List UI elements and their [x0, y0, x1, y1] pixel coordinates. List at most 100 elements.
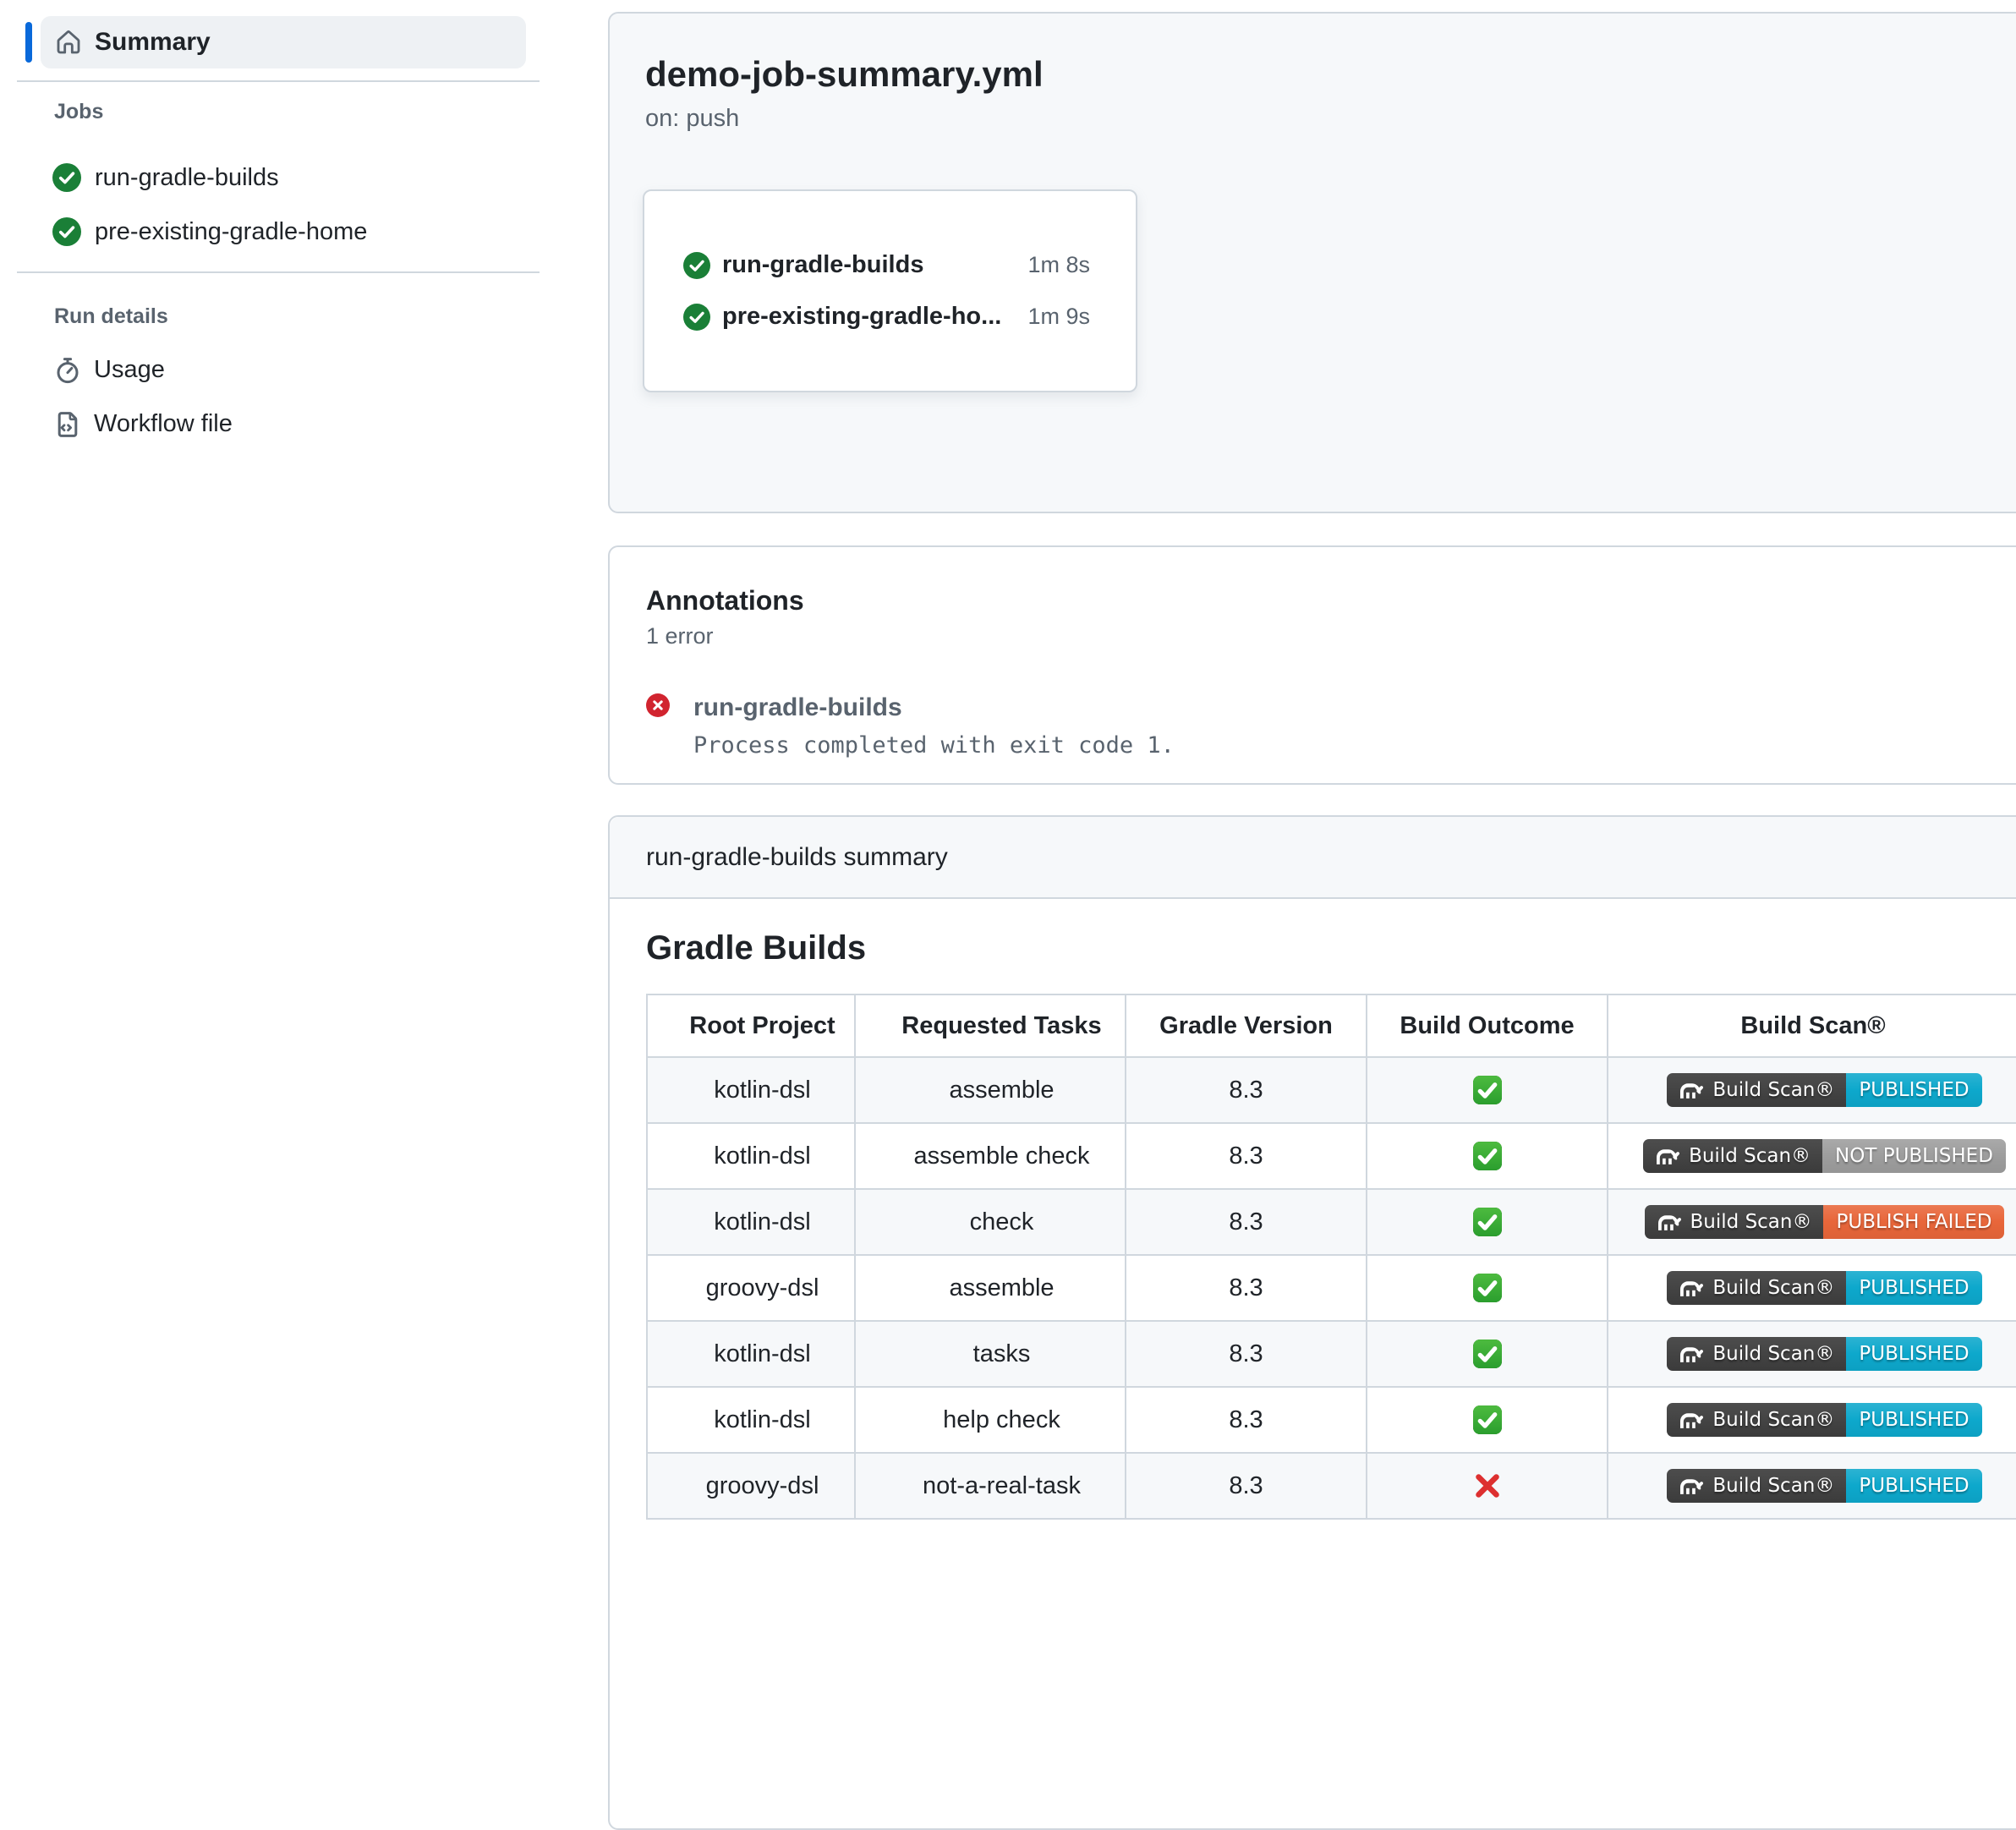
sidebar-divider [17, 271, 540, 273]
gradle-elephant-icon [1676, 1080, 1705, 1100]
check-circle-icon [52, 163, 81, 192]
graph-job-duration: 1m 8s [1027, 252, 1090, 278]
build-scan-status: PUBLISHED [1846, 1469, 1981, 1503]
annotation-message: Process completed with exit code 1. [693, 732, 1175, 759]
run-details-section-header: Run details [54, 304, 168, 329]
cell-build-outcome [1367, 1321, 1608, 1387]
gradle-elephant-icon [1676, 1476, 1705, 1496]
build-scan-badge[interactable]: Build Scan® PUBLISHED [1667, 1271, 1981, 1305]
cell-build-outcome [1367, 1189, 1608, 1255]
build-scan-status: PUBLISH FAILED [1823, 1205, 2004, 1239]
build-outcome-icon [1367, 1207, 1607, 1237]
cell-gradle-version: 8.3 [1126, 1123, 1367, 1189]
cell-build-scan: Build Scan® PUBLISHED [1608, 1387, 2016, 1453]
cell-gradle-version: 8.3 [1126, 1321, 1367, 1387]
jobs-section-header: Jobs [54, 100, 103, 124]
table-row: kotlin-dsl tasks 8.3 Build Scan® PUBLISH… [647, 1321, 2016, 1387]
sidebar-item-workflow-file[interactable]: Workflow file [54, 410, 233, 438]
gradle-elephant-icon [1654, 1212, 1683, 1232]
cell-gradle-version: 8.3 [1126, 1255, 1367, 1321]
build-scan-badge-label: Build Scan® [1645, 1205, 1824, 1239]
gradle-builds-table: Root Project Requested Tasks Gradle Vers… [646, 994, 2016, 1520]
check-circle-icon [52, 217, 81, 246]
build-scan-status: PUBLISHED [1846, 1073, 1981, 1107]
cell-build-scan: Build Scan® PUBLISH FAILED [1608, 1189, 2016, 1255]
workflow-file-label: Workflow file [94, 410, 233, 438]
column-header-build-scan: Build Scan® [1608, 994, 2016, 1057]
build-scan-badge-label: Build Scan® [1667, 1469, 1846, 1503]
annotation-item: run-gradle-builds Process completed with… [646, 693, 2016, 759]
graph-job-label: pre-existing-gradle-ho... [722, 303, 1001, 331]
column-header-root-project: Root Project [647, 994, 855, 1057]
build-scan-badge[interactable]: Build Scan® PUBLISHED [1667, 1073, 1981, 1107]
build-scan-badge[interactable]: Build Scan® PUBLISHED [1667, 1403, 1981, 1437]
cell-build-outcome [1367, 1123, 1608, 1189]
cell-build-outcome [1367, 1255, 1608, 1321]
table-row: groovy-dsl not-a-real-task 8.3 Build Sca… [647, 1453, 2016, 1519]
gradle-builds-heading: Gradle Builds [646, 928, 2016, 968]
sidebar-item-pre-existing-gradle-home[interactable]: pre-existing-gradle-home [52, 217, 367, 246]
table-header-row: Root Project Requested Tasks Gradle Vers… [647, 994, 2016, 1057]
cell-gradle-version: 8.3 [1126, 1387, 1367, 1453]
annotations-card: Annotations 1 error run-gradle-builds Pr… [608, 545, 2016, 785]
green-check-emoji-icon [1472, 1273, 1503, 1303]
cell-gradle-version: 8.3 [1126, 1057, 1367, 1123]
workflow-overview-card: demo-job-summary.yml on: push run-gradle… [608, 12, 2016, 513]
sidebar-divider [17, 80, 540, 82]
build-scan-badge-label: Build Scan® [1667, 1337, 1846, 1371]
graph-job-run-gradle-builds[interactable]: run-gradle-builds 1m 8s [683, 251, 1090, 279]
build-scan-badge-label: Build Scan® [1667, 1403, 1846, 1437]
build-scan-badge[interactable]: Build Scan® PUBLISHED [1667, 1337, 1981, 1371]
build-scan-status: PUBLISHED [1846, 1271, 1981, 1305]
table-row: kotlin-dsl assemble 8.3 Build Scan® PUBL… [647, 1057, 2016, 1123]
cell-requested-tasks: tasks [855, 1321, 1126, 1387]
red-cross-emoji-icon [1471, 1470, 1504, 1502]
cell-root-project: kotlin-dsl [647, 1057, 855, 1123]
column-header-requested-tasks: Requested Tasks [855, 994, 1126, 1057]
cell-build-scan: Build Scan® PUBLISHED [1608, 1453, 2016, 1519]
sidebar-item-usage[interactable]: Usage [54, 356, 165, 384]
cell-requested-tasks: not-a-real-task [855, 1453, 1126, 1519]
build-scan-badge-label: Build Scan® [1667, 1271, 1846, 1305]
build-scan-status: NOT PUBLISHED [1822, 1139, 2006, 1173]
graph-job-pre-existing-gradle-home[interactable]: pre-existing-gradle-ho... 1m 9s [683, 303, 1090, 331]
cell-requested-tasks: assemble check [855, 1123, 1126, 1189]
cell-requested-tasks: check [855, 1189, 1126, 1255]
job-label: pre-existing-gradle-home [95, 218, 367, 246]
build-outcome-icon [1367, 1470, 1607, 1502]
annotations-title: Annotations [646, 584, 2016, 616]
cell-root-project: kotlin-dsl [647, 1189, 855, 1255]
graph-job-duration: 1m 9s [1027, 304, 1090, 330]
annotation-job-link[interactable]: run-gradle-builds [693, 693, 1175, 722]
table-row: kotlin-dsl check 8.3 Build Scan® PUBLISH… [647, 1189, 2016, 1255]
sidebar-item-run-gradle-builds[interactable]: run-gradle-builds [52, 163, 279, 192]
cell-root-project: kotlin-dsl [647, 1387, 855, 1453]
job-label: run-gradle-builds [95, 164, 279, 192]
cell-build-outcome [1367, 1057, 1608, 1123]
build-scan-badge[interactable]: Build Scan® PUBLISHED [1667, 1469, 1981, 1503]
gradle-elephant-icon [1676, 1344, 1705, 1364]
build-scan-status: PUBLISHED [1846, 1337, 1981, 1371]
graph-job-label: run-gradle-builds [722, 251, 923, 279]
usage-label: Usage [94, 356, 165, 384]
build-outcome-icon [1367, 1075, 1607, 1105]
build-outcome-icon [1367, 1273, 1607, 1303]
x-circle-icon [646, 693, 670, 717]
build-scan-badge[interactable]: Build Scan® PUBLISH FAILED [1645, 1205, 2005, 1239]
cell-gradle-version: 8.3 [1126, 1189, 1367, 1255]
green-check-emoji-icon [1472, 1075, 1503, 1105]
build-scan-badge[interactable]: Build Scan® NOT PUBLISHED [1643, 1139, 2006, 1173]
build-scan-badge-label: Build Scan® [1643, 1139, 1822, 1173]
annotations-error-count: 1 error [646, 623, 2016, 649]
job-summary-card: run-gradle-builds summary Gradle Builds … [608, 815, 2016, 1830]
cell-requested-tasks: assemble [855, 1057, 1126, 1123]
cell-root-project: groovy-dsl [647, 1255, 855, 1321]
column-header-gradle-version: Gradle Version [1126, 994, 1367, 1057]
cell-build-outcome [1367, 1453, 1608, 1519]
build-outcome-icon [1367, 1339, 1607, 1369]
table-row: kotlin-dsl assemble check 8.3 Build Scan… [647, 1123, 2016, 1189]
green-check-emoji-icon [1472, 1339, 1503, 1369]
sidebar-item-summary[interactable]: Summary [41, 16, 526, 68]
table-row: kotlin-dsl help check 8.3 Build Scan® PU… [647, 1387, 2016, 1453]
job-summary-card-header: run-gradle-builds summary [610, 817, 2016, 899]
